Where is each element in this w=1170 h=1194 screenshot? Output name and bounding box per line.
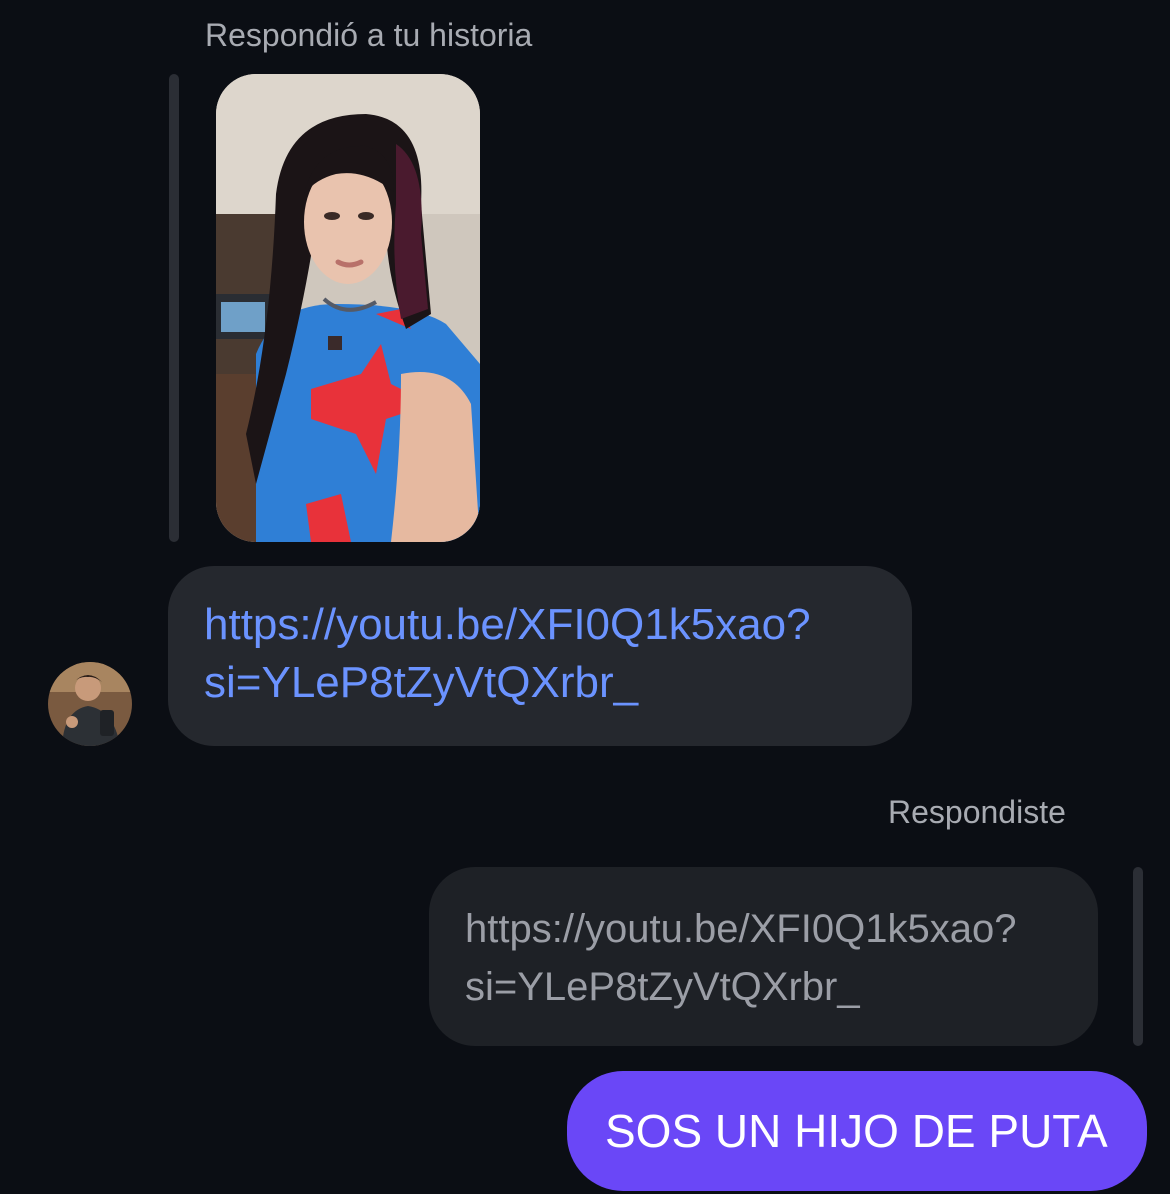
incoming-link-line-2[interactable]: si=YLeP8tZyVtQXrbr_ <box>204 654 876 712</box>
outgoing-message-text: SOS UN HIJO DE PUTA <box>605 1105 1108 1157</box>
story-photo <box>216 74 480 542</box>
quoted-text-line-2: si=YLeP8tZyVtQXrbr_ <box>465 965 860 1009</box>
story-thumbnail[interactable] <box>216 74 480 542</box>
incoming-link-line-1[interactable]: https://youtu.be/XFI0Q1k5xao? <box>204 596 876 654</box>
incoming-message-bubble[interactable]: https://youtu.be/XFI0Q1k5xao? si=YLeP8tZ… <box>168 566 912 746</box>
sender-avatar[interactable] <box>48 662 132 746</box>
reply-quote-bar <box>1133 867 1143 1046</box>
story-reply-caption: Respondió a tu historia <box>205 17 533 53</box>
avatar-icon <box>48 662 132 746</box>
outgoing-message-bubble[interactable]: SOS UN HIJO DE PUTA <box>567 1071 1147 1191</box>
quoted-text-line-1: https://youtu.be/XFI0Q1k5xao? <box>465 907 1017 951</box>
you-replied-caption: Respondiste <box>888 794 1066 830</box>
quoted-message-bubble[interactable]: https://youtu.be/XFI0Q1k5xao? si=YLeP8tZ… <box>429 867 1098 1046</box>
story-quote-bar <box>169 74 179 542</box>
dm-thread: Respondió a tu historia https://youtu.be… <box>0 0 1170 1194</box>
